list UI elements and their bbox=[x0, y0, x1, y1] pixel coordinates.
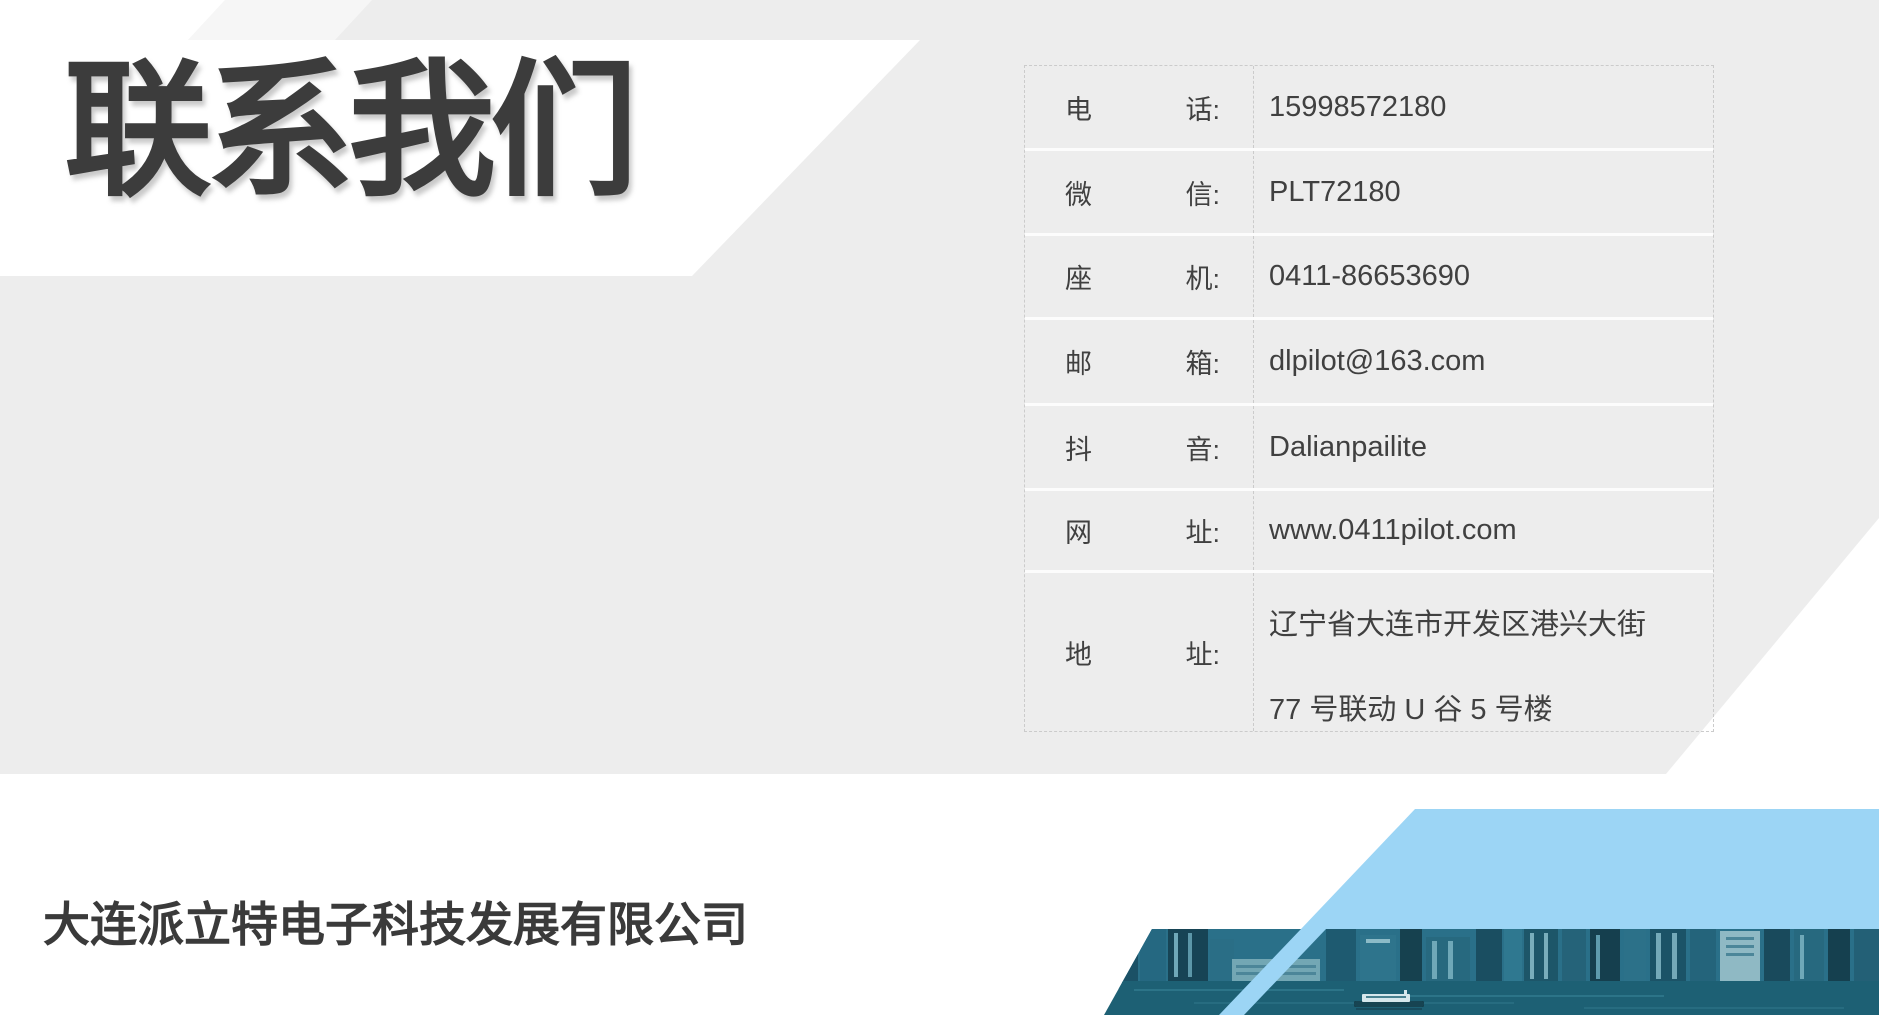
table-row-website: 网 址: www.0411pilot.com bbox=[1025, 488, 1713, 570]
label-char: 电 bbox=[1065, 88, 1092, 127]
row-label: 电 话: bbox=[1025, 66, 1254, 148]
label-char: 邮 bbox=[1065, 342, 1092, 381]
row-value: 0411-86653690 bbox=[1254, 236, 1713, 317]
label-char: 址: bbox=[1185, 511, 1220, 550]
row-label: 邮 箱: bbox=[1025, 320, 1254, 403]
company-name: 大连派立特电子科技发展有限公司 bbox=[43, 886, 748, 955]
table-row-email: 邮 箱: dlpilot@163.com bbox=[1025, 317, 1713, 403]
row-value: dlpilot@163.com bbox=[1254, 320, 1713, 403]
row-value: 15998572180 bbox=[1254, 66, 1713, 148]
row-value: 辽宁省大连市开发区港兴大街 77 号联动 U 谷 5 号楼 bbox=[1254, 573, 1713, 731]
label-char: 箱: bbox=[1185, 342, 1220, 381]
address-line-1: 辽宁省大连市开发区港兴大街 bbox=[1269, 583, 1646, 668]
city-skyline-graphic bbox=[1104, 929, 1879, 1015]
label-char: 网 bbox=[1065, 511, 1092, 550]
row-value: Dalianpailite bbox=[1254, 406, 1713, 488]
label-char: 机: bbox=[1185, 257, 1220, 296]
row-label: 座 机: bbox=[1025, 236, 1254, 317]
label-char: 信: bbox=[1185, 173, 1220, 212]
table-row-address: 地 址: 辽宁省大连市开发区港兴大街 77 号联动 U 谷 5 号楼 bbox=[1025, 570, 1713, 731]
row-label: 抖 音: bbox=[1025, 406, 1254, 488]
label-char: 座 bbox=[1065, 257, 1092, 296]
label-char: 音: bbox=[1185, 428, 1220, 467]
row-value: www.0411pilot.com bbox=[1254, 491, 1713, 570]
label-char: 地 bbox=[1065, 633, 1092, 672]
label-char: 抖 bbox=[1065, 428, 1092, 467]
table-row-landline: 座 机: 0411-86653690 bbox=[1025, 233, 1713, 317]
address-line-2: 77 号联动 U 谷 5 号楼 bbox=[1269, 668, 1553, 753]
page-title: 联系我们 bbox=[64, 52, 632, 212]
contact-table: 电 话: 15998572180 微 信: PLT72180 座 机: bbox=[1024, 65, 1714, 732]
row-label: 网 址: bbox=[1025, 491, 1254, 570]
table-row-douyin: 抖 音: Dalianpailite bbox=[1025, 403, 1713, 488]
label-char: 址: bbox=[1185, 633, 1220, 672]
row-value: PLT72180 bbox=[1254, 151, 1713, 233]
label-char: 话: bbox=[1185, 88, 1220, 127]
row-label: 地 址: bbox=[1025, 573, 1254, 731]
contact-slide: 联系我们 电 话: 15998572180 微 信: PLT72180 bbox=[0, 0, 1879, 1015]
label-char: 微 bbox=[1065, 173, 1092, 212]
row-label: 微 信: bbox=[1025, 151, 1254, 233]
table-row-wechat: 微 信: PLT72180 bbox=[1025, 148, 1713, 233]
table-row-phone: 电 话: 15998572180 bbox=[1025, 66, 1713, 148]
